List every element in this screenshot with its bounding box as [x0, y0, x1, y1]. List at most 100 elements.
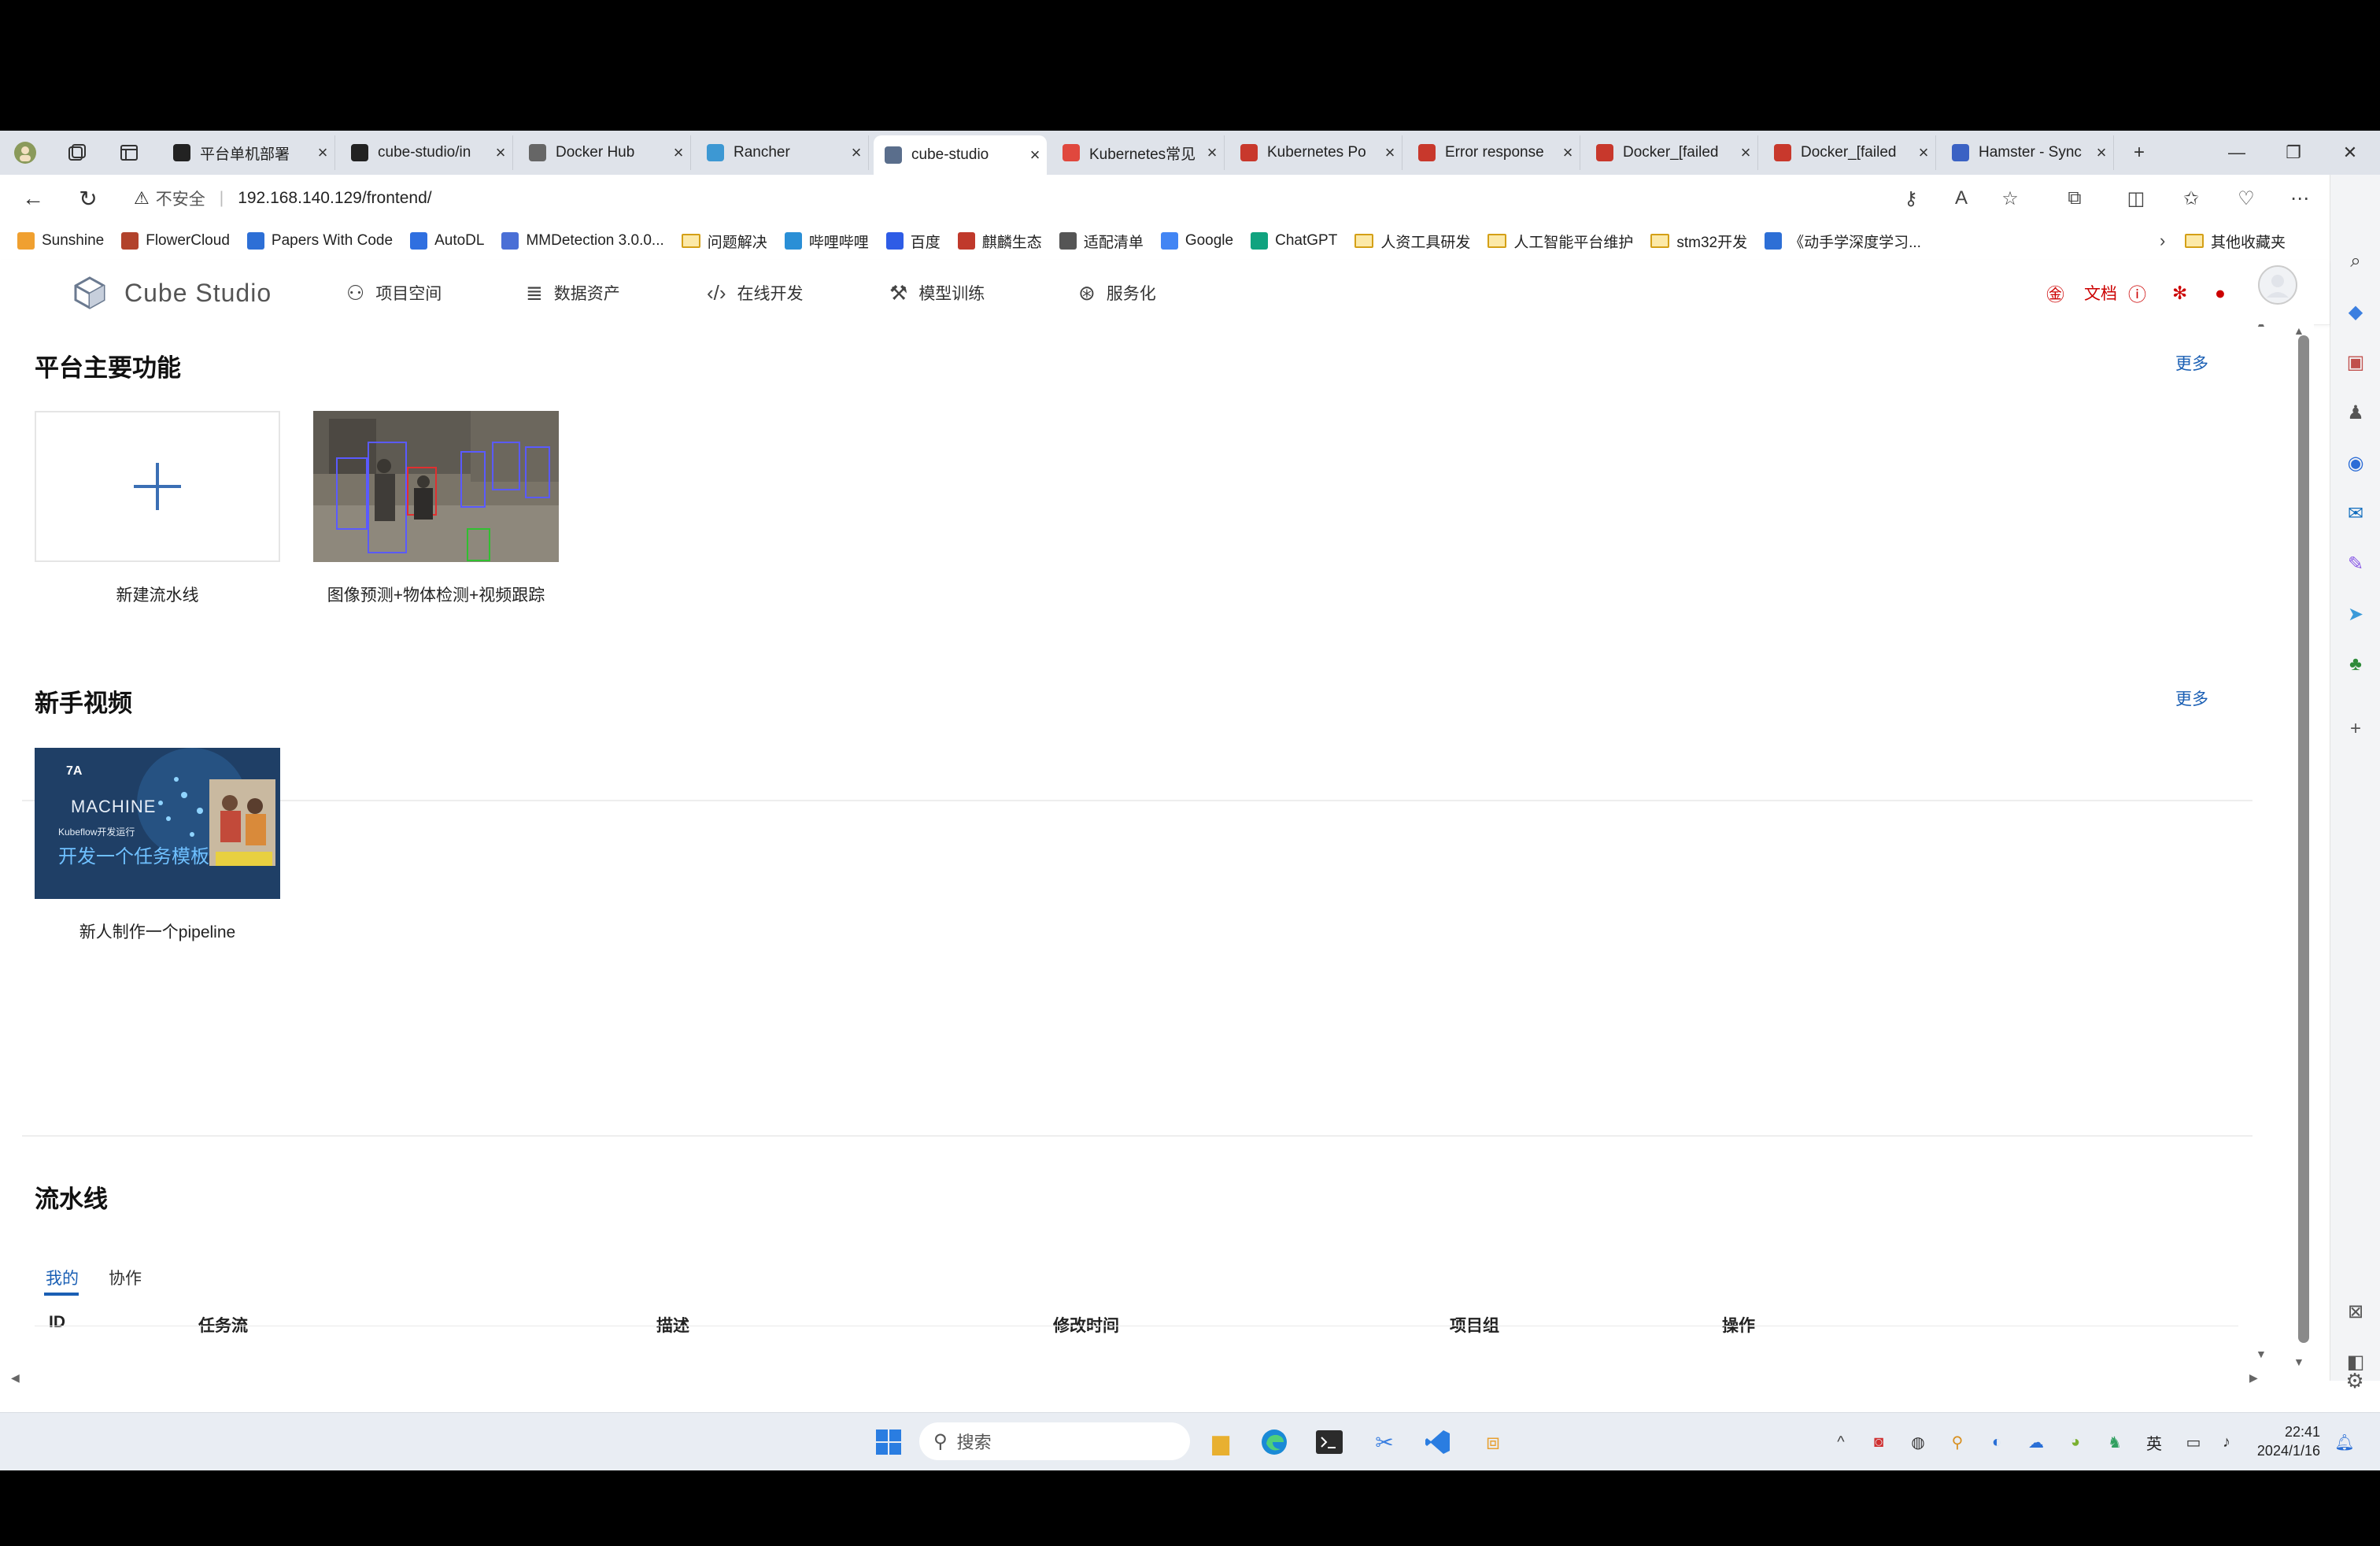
tab-close-icon[interactable]: ×: [1734, 142, 1757, 163]
help-icon[interactable]: ⓘ: [2128, 279, 2146, 307]
virtualbox-icon[interactable]: ⧈: [1475, 1424, 1511, 1460]
browser-tab[interactable]: Docker_[failed ×: [1585, 135, 1758, 170]
detection-card-thumbnail[interactable]: [313, 411, 559, 562]
taskbar-search[interactable]: ⚲ 搜索: [919, 1422, 1190, 1460]
bookmark-item[interactable]: FlowerCloud: [121, 232, 230, 250]
steam-icon[interactable]: ◐: [1985, 1430, 2009, 1454]
github-icon[interactable]: ●: [2215, 279, 2226, 307]
col-actions[interactable]: 操作: [1722, 1313, 1755, 1337]
col-project-group[interactable]: 项目组: [1450, 1313, 1499, 1337]
address-bar[interactable]: ⚠ 不安全 | 192.168.140.129/frontend/: [134, 181, 2007, 216]
new-pipeline-label[interactable]: 新建流水线: [31, 583, 283, 606]
browser-tab[interactable]: cube-studio/in ×: [340, 135, 513, 170]
screenshot-icon[interactable]: ⊠: [2341, 1297, 2370, 1326]
tree-icon[interactable]: ♣: [2341, 650, 2370, 679]
pipeline-icon[interactable]: ㊎: [2046, 279, 2064, 307]
bookmark-item[interactable]: stm32开发: [1650, 231, 1747, 252]
app-logo[interactable]: Cube Studio: [72, 276, 272, 310]
restore-icon[interactable]: ❐: [2278, 137, 2309, 168]
outlook-icon[interactable]: ✉: [2341, 499, 2370, 527]
network-icon[interactable]: ▭: [2182, 1430, 2205, 1454]
settings-gear-icon[interactable]: ⚙: [2341, 1367, 2369, 1395]
page-scroll-down-icon[interactable]: ▼: [2256, 1348, 2267, 1360]
videos-more-link[interactable]: 更多: [2175, 686, 2208, 710]
file-explorer-icon[interactable]: ▆: [1203, 1424, 1239, 1460]
favorites-icon[interactable]: ✩: [2177, 184, 2205, 213]
windows-start-icon[interactable]: [870, 1424, 907, 1460]
new-tab-icon[interactable]: +: [2125, 139, 2153, 167]
edge-browser-icon[interactable]: [1256, 1424, 1292, 1460]
tab-collab[interactable]: 协作: [109, 1266, 142, 1289]
col-modified-time[interactable]: 修改时间: [1053, 1313, 1119, 1337]
tray-app-icon[interactable]: ◙: [1867, 1430, 1890, 1454]
page-scroll-up-icon[interactable]: ▲: [2256, 324, 2267, 329]
bug-icon[interactable]: ✻: [2172, 279, 2187, 307]
vscode-icon[interactable]: [1420, 1424, 1456, 1460]
url-text[interactable]: 192.168.140.129/frontend/: [238, 189, 431, 208]
favorite-star-icon[interactable]: ☆: [1996, 184, 2024, 213]
bookmark-item[interactable]: 适配清单: [1059, 231, 1144, 252]
designer-icon[interactable]: ✎: [2341, 549, 2370, 578]
volume-icon[interactable]: ♪: [2215, 1430, 2238, 1454]
back-icon[interactable]: ←: [17, 183, 49, 214]
scroll-down-icon[interactable]: ▼: [2293, 1356, 2304, 1368]
tab-close-icon[interactable]: ×: [1556, 142, 1580, 163]
browser-tab[interactable]: Docker_[failed ×: [1763, 135, 1936, 170]
read-aloud-icon[interactable]: A: [1947, 184, 1975, 213]
browser-tab[interactable]: 平台单机部署 ×: [162, 135, 335, 170]
ime-indicator[interactable]: 英: [2142, 1430, 2166, 1454]
tab-actions-icon[interactable]: [115, 139, 143, 167]
bookmark-item[interactable]: 人工智能平台维护: [1488, 231, 1633, 252]
tab-close-icon[interactable]: ×: [311, 142, 334, 163]
tab-close-icon[interactable]: ×: [489, 142, 512, 163]
tab-close-icon[interactable]: ×: [1912, 142, 1935, 163]
browser-tab[interactable]: Kubernetes常见 ×: [1051, 135, 1225, 170]
tray-key-icon[interactable]: ⚲: [1946, 1430, 1969, 1454]
toolbox-icon[interactable]: ▣: [2341, 348, 2370, 376]
search-icon[interactable]: ⌕: [2341, 247, 2370, 276]
vertical-scrollbar[interactable]: ▲ ▼: [2287, 324, 2314, 1371]
docs-link[interactable]: 文档: [2084, 279, 2117, 307]
bookmark-item[interactable]: 人资工具研发: [1354, 231, 1470, 252]
avatar[interactable]: [2257, 265, 2298, 305]
horizontal-scrollbar[interactable]: ◀ ▶: [0, 1371, 2330, 1387]
video-thumbnail[interactable]: 7A MACHINE Kubeflow开发运行 开发一个任务模板: [35, 748, 280, 899]
video-card-label[interactable]: 新人制作一个pipeline: [31, 919, 283, 943]
m365-icon[interactable]: ◉: [2341, 449, 2370, 477]
split-screen-icon[interactable]: ◫: [2122, 184, 2150, 213]
tray-circle-icon[interactable]: ◕: [2064, 1430, 2087, 1454]
terminal-icon[interactable]: [1311, 1424, 1347, 1460]
tag-icon[interactable]: ◆: [2341, 298, 2370, 326]
browser-tab[interactable]: cube-studio ×: [874, 135, 1047, 175]
browser-tab[interactable]: Hamster - Sync ×: [1941, 135, 2114, 170]
col-task-flow[interactable]: 任务流: [198, 1313, 248, 1337]
tray-cat-icon[interactable]: ♞: [2103, 1430, 2127, 1454]
tray-cloud-icon[interactable]: ☁: [2024, 1430, 2048, 1454]
browser-tab[interactable]: Rancher ×: [696, 135, 869, 170]
bookmark-item[interactable]: 哔哩哔哩: [784, 231, 869, 252]
profile-avatar-icon[interactable]: [11, 139, 39, 167]
add-sidebar-icon[interactable]: +: [2341, 715, 2370, 743]
bookmark-item[interactable]: 百度: [885, 231, 941, 252]
workspaces-icon[interactable]: [63, 139, 91, 167]
close-window-icon[interactable]: ✕: [2334, 137, 2366, 168]
bookmark-item[interactable]: Papers With Code: [246, 232, 393, 250]
send-icon[interactable]: ➤: [2341, 600, 2370, 628]
tray-chat-icon[interactable]: ◍: [1906, 1430, 1930, 1454]
security-label[interactable]: 不安全: [156, 187, 205, 210]
bookmark-item[interactable]: 麒麟生态: [957, 231, 1042, 252]
chess-icon[interactable]: ♟: [2341, 398, 2370, 427]
tab-close-icon[interactable]: ×: [1200, 142, 1224, 163]
browser-tab[interactable]: Error response ×: [1407, 135, 1580, 170]
snipping-tool-icon[interactable]: ✂: [1366, 1424, 1402, 1460]
bookmark-item[interactable]: ChatGPT: [1251, 232, 1337, 250]
tab-close-icon[interactable]: ×: [667, 142, 690, 163]
warning-icon[interactable]: ⚠: [134, 188, 150, 209]
nav-menu-item[interactable]: ‹/› 在线开发: [707, 279, 804, 307]
new-pipeline-card[interactable]: [35, 411, 280, 562]
nav-menu-item[interactable]: ⚇ 项目空间: [346, 279, 442, 307]
browser-tab[interactable]: Kubernetes Po ×: [1229, 135, 1402, 170]
bookmarks-overflow-icon[interactable]: ›: [2160, 231, 2165, 251]
scroll-left-icon[interactable]: ◀: [11, 1371, 20, 1385]
scrollbar-thumb[interactable]: [2298, 335, 2309, 1343]
